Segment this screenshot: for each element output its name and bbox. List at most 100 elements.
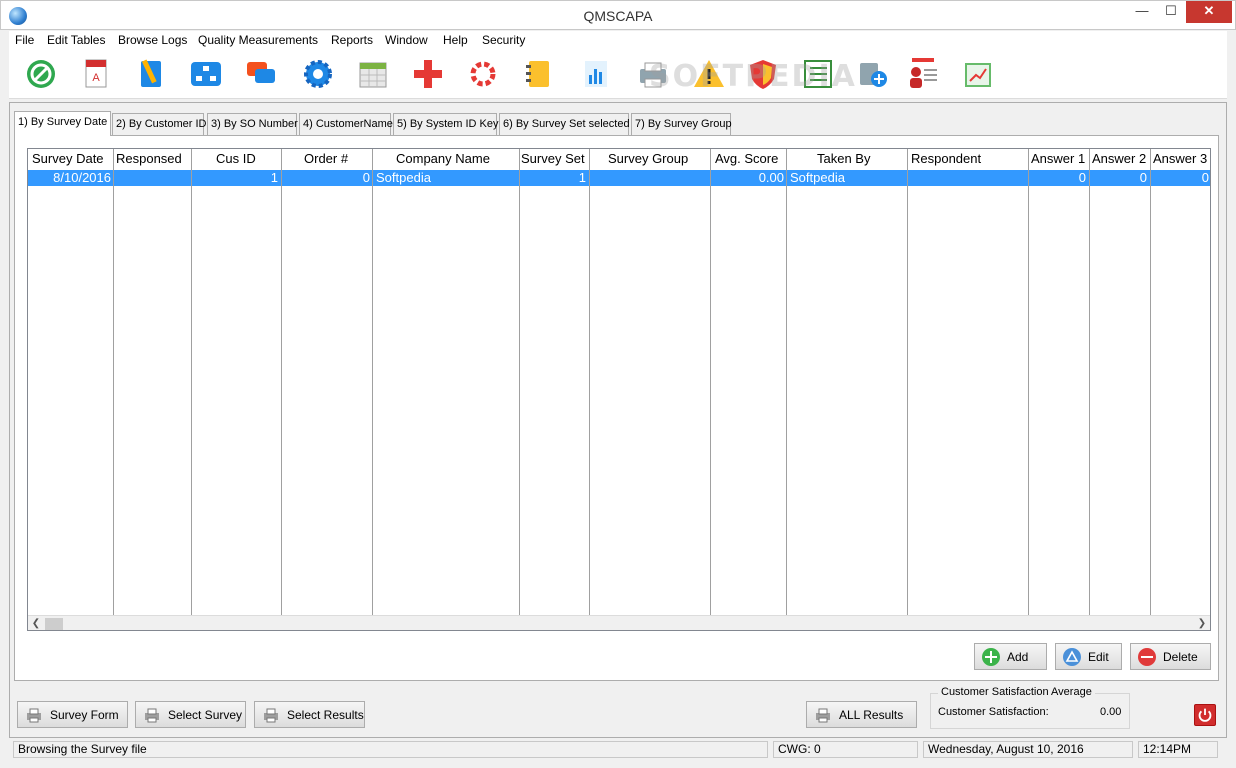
menu-security[interactable]: Security [482, 33, 525, 47]
scrollbar-thumb[interactable] [45, 618, 63, 630]
column-divider [1089, 149, 1090, 615]
red-cross-icon[interactable] [411, 57, 445, 91]
menu-browse-logs[interactable]: Browse Logs [118, 33, 187, 47]
notebook-pencil-icon[interactable] [134, 57, 168, 91]
printer-small-icon [261, 705, 281, 725]
edit-button-label: Edit [1088, 649, 1109, 664]
status-cwg: CWG: 0 [773, 741, 918, 758]
tab-by-customer-id[interactable]: 2) By Customer ID [112, 113, 206, 135]
calendar-icon[interactable] [356, 57, 390, 91]
column-header-respondent[interactable]: Respondent [911, 151, 981, 166]
column-header-cus-id[interactable]: Cus ID [216, 151, 256, 166]
database-add-icon[interactable] [856, 57, 890, 91]
column-header-answer-1[interactable]: Answer 1 [1031, 151, 1085, 166]
bar-chart-icon[interactable] [579, 57, 613, 91]
column-header-answer-2[interactable]: Answer 2 [1092, 151, 1146, 166]
triangle-circle-icon [1062, 647, 1082, 667]
column-header-taken-by[interactable]: Taken By [817, 151, 870, 166]
cell-survey-date: 8/10/2016 [53, 170, 111, 185]
satisfaction-group-title: Customer Satisfaction Average [938, 686, 1095, 698]
select-results-label: Select Results [287, 707, 364, 722]
menu-window[interactable]: Window [385, 33, 428, 47]
no-entry-icon[interactable] [24, 57, 58, 91]
column-header-company-name[interactable]: Company Name [396, 151, 490, 166]
column-divider [372, 149, 373, 615]
column-header-avg-score[interactable]: Avg. Score [715, 151, 778, 166]
tab-by-survey-date[interactable]: 1) By Survey Date [14, 111, 111, 136]
cell-order: 0 [362, 170, 370, 185]
column-header-survey-date[interactable]: Survey Date [32, 151, 104, 166]
delete-button[interactable]: Delete [1130, 643, 1211, 670]
column-divider [1028, 149, 1029, 615]
column-header-responsed[interactable]: Responsed [116, 151, 182, 166]
survey-grid[interactable]: Survey Date Responsed Cus ID Order # Com… [27, 148, 1211, 631]
title-bar: QMSCAPA — ☐ ✕ [0, 0, 1236, 30]
scroll-left-icon[interactable]: ❮ [28, 616, 44, 630]
minimize-button[interactable]: — [1128, 1, 1156, 23]
org-chart-icon[interactable] [189, 57, 223, 91]
minus-circle-icon [1137, 647, 1157, 667]
edit-button[interactable]: Edit [1055, 643, 1122, 670]
maximize-button[interactable]: ☐ [1157, 1, 1185, 23]
status-date: Wednesday, August 10, 2016 [923, 741, 1133, 758]
gear-icon[interactable] [301, 57, 335, 91]
column-divider [907, 149, 908, 615]
toolbar: A SOFTPEDIA [9, 51, 1227, 99]
watermark-text: SOFTPEDIA [649, 59, 857, 94]
column-header-survey-set[interactable]: Survey Set [521, 151, 585, 166]
window-title: QMSCAPA [583, 8, 653, 24]
horizontal-scrollbar[interactable]: ❮ ❯ [28, 615, 1210, 630]
close-button[interactable]: ✕ [1186, 1, 1232, 23]
chat-bubbles-icon[interactable] [244, 57, 278, 91]
pdf-document-icon[interactable]: A [79, 57, 113, 91]
select-results-button[interactable]: Select Results [254, 701, 365, 728]
column-divider [281, 149, 282, 615]
tab-customer-name[interactable]: 4) CustomerName [299, 113, 393, 135]
menu-help[interactable]: Help [443, 33, 468, 47]
menu-file[interactable]: File [15, 33, 34, 47]
clipboard-chart-icon[interactable] [961, 57, 995, 91]
tab-by-survey-group[interactable]: 7) By Survey Group [631, 113, 732, 135]
cell-answer-3: 0 [1201, 170, 1209, 185]
column-divider [710, 149, 711, 615]
printer-small-icon [813, 705, 833, 725]
menu-edit-tables[interactable]: Edit Tables [47, 33, 105, 47]
column-divider [519, 149, 520, 615]
cell-company-name: Softpedia [376, 170, 431, 185]
column-divider [1150, 149, 1151, 615]
column-header-order[interactable]: Order # [304, 151, 348, 166]
cell-answer-2: 0 [1139, 170, 1147, 185]
tab-by-system-id-key[interactable]: 5) By System ID Key [393, 113, 498, 135]
plus-circle-icon [981, 647, 1001, 667]
address-book-icon[interactable] [521, 57, 555, 91]
status-bar: Browsing the Survey file CWG: 0 Wednesda… [9, 739, 1227, 760]
column-divider [113, 149, 114, 615]
scroll-right-icon[interactable]: ❯ [1194, 616, 1210, 630]
column-header-answer-3[interactable]: Answer 3 [1153, 151, 1207, 166]
add-button[interactable]: Add [974, 643, 1047, 670]
power-exit-button[interactable] [1194, 704, 1216, 726]
select-survey-button[interactable]: Select Survey [135, 701, 246, 728]
add-button-label: Add [1007, 649, 1029, 664]
user-card-icon[interactable] [906, 57, 940, 91]
column-divider [191, 149, 192, 615]
delete-button-label: Delete [1163, 649, 1198, 664]
satisfaction-value: 0.00 [1100, 706, 1122, 718]
cell-cus-id: 1 [270, 170, 278, 185]
status-message: Browsing the Survey file [13, 741, 768, 758]
survey-form-label: Survey Form [50, 707, 119, 722]
tab-by-survey-set-selected[interactable]: 6) By Survey Set selected [499, 113, 630, 135]
power-icon [1198, 708, 1212, 722]
all-results-button[interactable]: ALL Results [806, 701, 917, 728]
cell-taken-by: Softpedia [790, 170, 845, 185]
lifebuoy-icon[interactable] [466, 57, 500, 91]
column-divider [786, 149, 787, 615]
column-header-survey-group[interactable]: Survey Group [608, 151, 688, 166]
survey-form-button[interactable]: Survey Form [17, 701, 128, 728]
svg-text:A: A [92, 72, 100, 84]
menu-quality-measurements[interactable]: Quality Measurements [198, 33, 318, 47]
menu-reports[interactable]: Reports [331, 33, 373, 47]
all-results-label: ALL Results [839, 707, 904, 722]
status-time: 12:14PM [1138, 741, 1218, 758]
tab-by-so-number[interactable]: 3) By SO Number [207, 113, 298, 135]
